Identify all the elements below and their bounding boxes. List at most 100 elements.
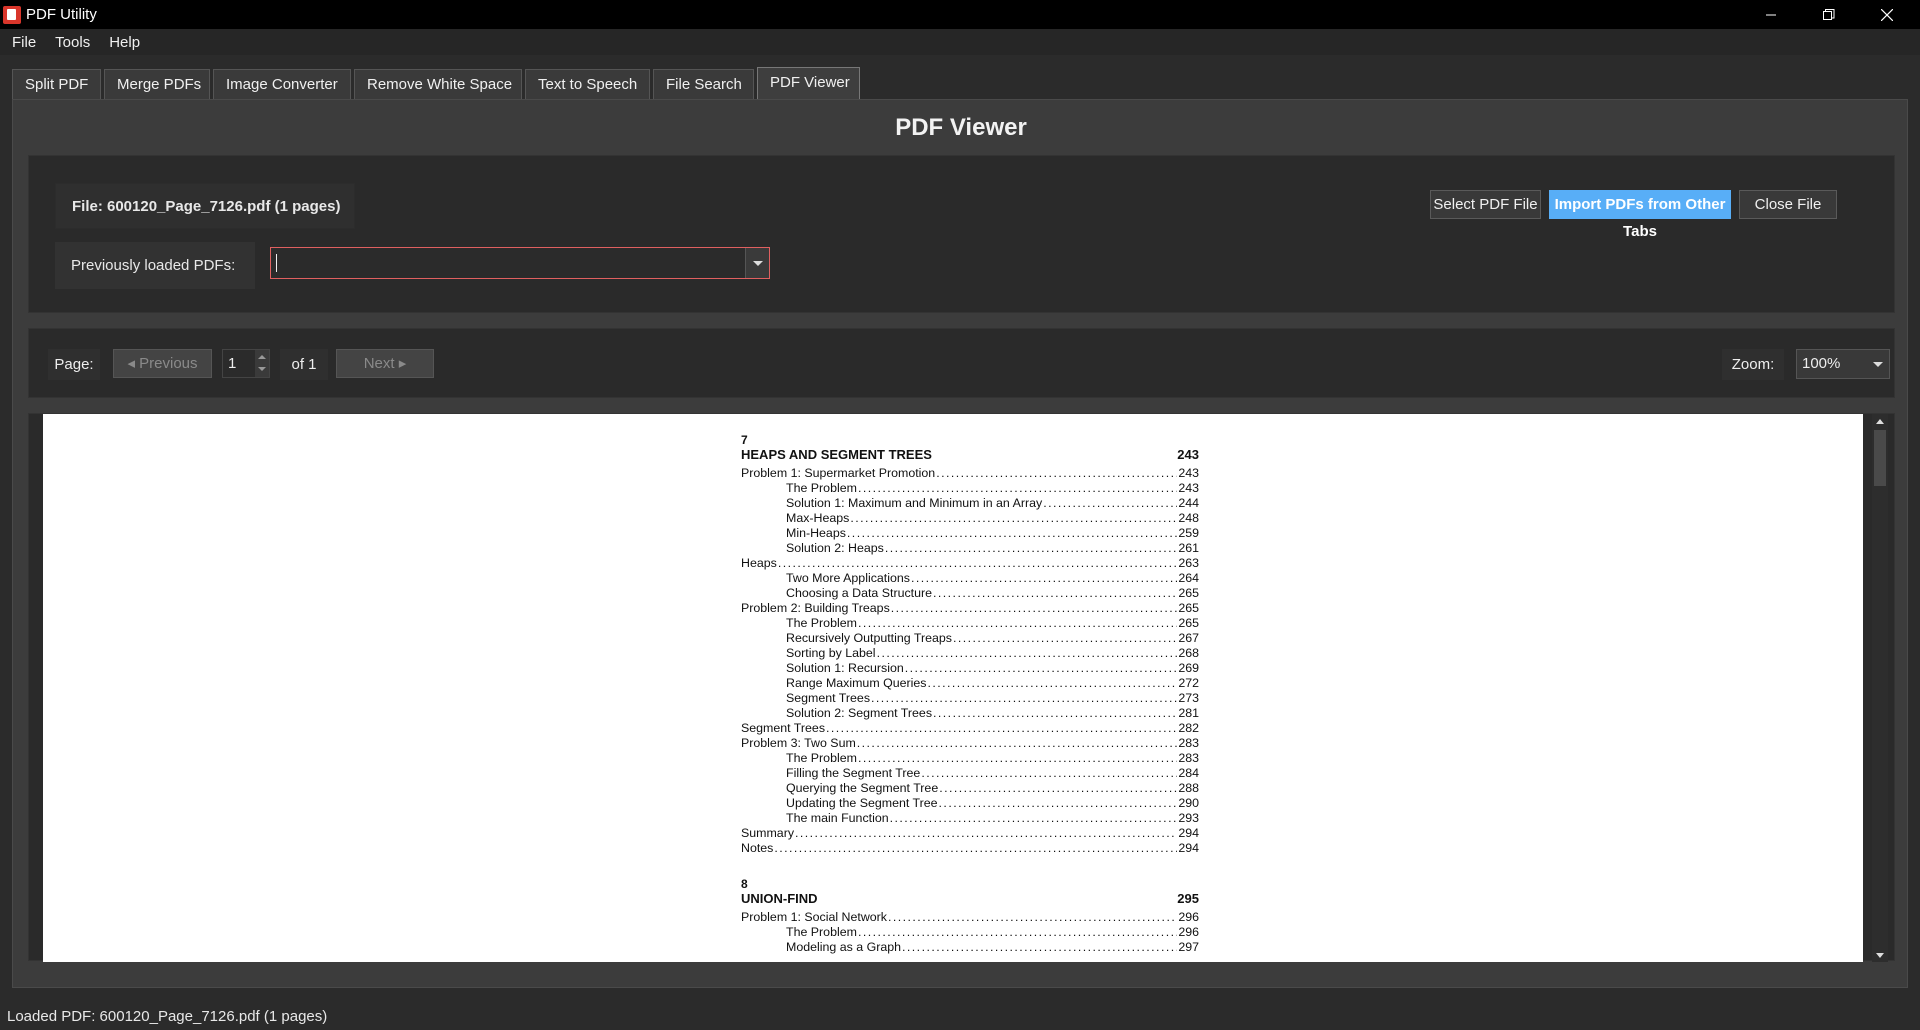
tab-bar: Split PDF Merge PDFs Image Converter Rem… — [12, 67, 863, 99]
chevron-down-icon — [752, 260, 763, 266]
next-page-button[interactable]: Next ▸ — [336, 349, 434, 378]
toc-entry: Sorting by Label 268 — [741, 646, 1199, 661]
toc-entry-page: 268 — [1178, 646, 1199, 660]
tab-merge-pdfs[interactable]: Merge PDFs — [104, 69, 210, 99]
toc-leader-dots — [891, 601, 1178, 616]
toc-entry-page: 259 — [1178, 526, 1199, 540]
toc-leader-dots — [921, 766, 1177, 781]
toc-leader-dots — [871, 691, 1177, 706]
pdf-page: 7 HEAPS AND SEGMENT TREES 243 Problem 1: Su… — [43, 414, 1863, 962]
previous-page-button[interactable]: ◂ Previous — [113, 349, 212, 378]
toc-entry: Range Maximum Queries 272 — [741, 676, 1199, 691]
scroll-up-button[interactable] — [1872, 414, 1888, 428]
toc-entry: Solution 2: Segment Trees 281 — [741, 706, 1199, 721]
toc-entry-title: The Problem — [786, 925, 857, 939]
toc-entry-title: Problem 2: Building Treaps — [741, 601, 890, 615]
toc-entry: Choosing a Data Structure 265 — [741, 586, 1199, 601]
restore-icon — [1823, 8, 1835, 20]
minimize-icon — [1765, 14, 1776, 16]
toc-entry-page: 284 — [1178, 766, 1199, 780]
toc-entry-title: Problem 1: Social Network — [741, 910, 887, 924]
minimize-button[interactable] — [1742, 0, 1800, 29]
page-count-label: of 1 — [280, 349, 328, 380]
vertical-scrollbar[interactable] — [1872, 414, 1888, 962]
import-pdfs-button[interactable]: Import PDFs from Other Tabs — [1549, 190, 1731, 240]
toc-leader-dots — [847, 526, 1177, 541]
toc-entry-title: Querying the Segment Tree — [786, 781, 939, 795]
toc-entry: Recursively Outputting Treaps 267 — [741, 631, 1199, 646]
previously-loaded-combobox[interactable] — [270, 247, 770, 279]
document-viewport[interactable]: 7 HEAPS AND SEGMENT TREES 243 Problem 1: Su… — [28, 413, 1895, 962]
page-label: Page: — [48, 349, 100, 380]
chapter-heading: HEAPS AND SEGMENT TREES 243 — [741, 447, 1199, 463]
toc-entry-page: 297 — [1178, 940, 1199, 954]
toc-entry-title: Problem 3: Two Sum — [741, 736, 856, 750]
toc-entry: Notes 294 — [741, 841, 1199, 856]
toc-entry: Heaps 263 — [741, 556, 1199, 571]
toc-entry: Solution 2: Heaps 261 — [741, 541, 1199, 556]
chapter-heading: UNION-FIND 295 — [741, 891, 1199, 907]
toc-entry: Modeling as a Graph 297 — [741, 940, 1199, 955]
zoom-dropdown-button[interactable] — [1867, 350, 1889, 378]
toc-entry: The Problem 243 — [741, 481, 1199, 496]
toc-entry: The Problem 283 — [741, 751, 1199, 766]
chevron-down-icon — [1873, 361, 1883, 367]
toc-leader-dots — [778, 556, 1177, 571]
tab-text-to-speech[interactable]: Text to Speech — [525, 69, 650, 99]
tab-file-search[interactable]: File Search — [653, 69, 754, 99]
toc-entry: Problem 3: Two Sum 283 — [741, 736, 1199, 751]
toc-leader-dots — [858, 925, 1177, 940]
toc-entry-page: 261 — [1178, 541, 1199, 555]
toc-entry-title: Segment Trees — [741, 721, 826, 735]
menu-tools[interactable]: Tools — [43, 34, 97, 51]
tab-split-pdf[interactable]: Split PDF — [12, 69, 101, 99]
tab-remove-white-space[interactable]: Remove White Space — [354, 69, 522, 99]
restore-button[interactable] — [1800, 0, 1858, 29]
toc-entry-title: Max-Heaps — [786, 511, 850, 525]
menu-help[interactable]: Help — [97, 34, 147, 51]
toc-leader-dots — [858, 616, 1177, 631]
toc-entry-page: 283 — [1178, 751, 1199, 765]
arrow-up-icon — [1876, 418, 1884, 424]
close-file-button[interactable]: Close File — [1739, 190, 1837, 219]
toc-entry-title: The Problem — [786, 616, 857, 630]
close-window-button[interactable] — [1858, 0, 1916, 29]
menu-file[interactable]: File — [0, 34, 43, 51]
current-file-label: File: 600120_Page_7126.pdf (1 pages) — [55, 183, 355, 229]
toc-entry-page: 263 — [1178, 556, 1199, 570]
tab-image-converter[interactable]: Image Converter — [213, 69, 351, 99]
zoom-label: Zoom: — [1722, 349, 1784, 380]
toc-entry-page: 281 — [1178, 706, 1199, 720]
spin-arrows[interactable] — [255, 350, 269, 377]
spin-up-icon[interactable] — [258, 355, 266, 359]
zoom-combobox[interactable]: 100% — [1796, 349, 1890, 379]
toc-entry-page: 294 — [1178, 841, 1199, 855]
toc-leader-dots — [877, 646, 1178, 661]
toc-entry-title: The Problem — [786, 481, 857, 495]
spin-down-icon[interactable] — [258, 367, 266, 371]
toc-entry-page: 282 — [1178, 721, 1199, 735]
toc-entry: Problem 1: Supermarket Promotion 243 — [741, 466, 1199, 481]
page-number-spinbox[interactable]: 1 — [222, 349, 270, 378]
toc-entry-title: Two More Applications — [786, 571, 910, 585]
toc-entry: Querying the Segment Tree 288 — [741, 781, 1199, 796]
select-pdf-button[interactable]: Select PDF File — [1430, 190, 1541, 219]
toc-entry-title: Problem 1: Supermarket Promotion — [741, 466, 936, 480]
toc-entry-page: 283 — [1178, 736, 1199, 750]
toc-leader-dots — [939, 781, 1177, 796]
toc-entry-page: 290 — [1178, 796, 1199, 810]
scroll-thumb[interactable] — [1874, 430, 1886, 486]
toc-entry-page: 267 — [1178, 631, 1199, 645]
toc-entry-title: Sorting by Label — [786, 646, 876, 660]
toc-entry: The Problem 296 — [741, 925, 1199, 940]
chapter-number: 7 — [741, 433, 748, 447]
previously-loaded-input[interactable] — [271, 248, 743, 278]
toc-entry-title: Recursively Outputting Treaps — [786, 631, 952, 645]
tab-pdf-viewer[interactable]: PDF Viewer — [757, 67, 860, 99]
toc-entry: Summary 294 — [741, 826, 1199, 841]
toc-entry-title: Range Maximum Queries — [786, 676, 927, 690]
dropdown-button[interactable] — [745, 248, 769, 278]
toc-entry: Solution 1: Recursion 269 — [741, 661, 1199, 676]
toc-leader-dots — [890, 811, 1178, 826]
scroll-down-button[interactable] — [1872, 948, 1888, 962]
